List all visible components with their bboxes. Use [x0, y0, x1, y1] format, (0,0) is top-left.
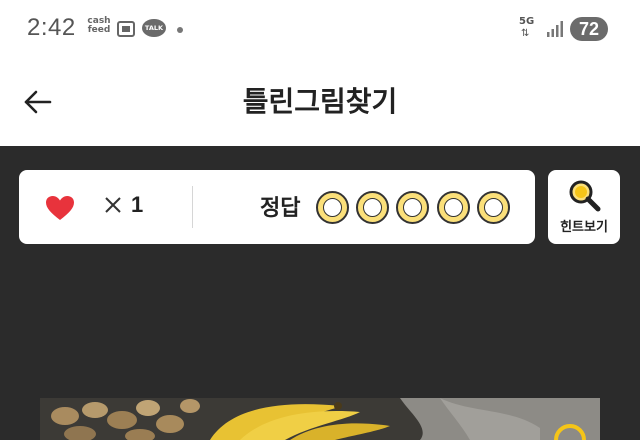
signal-icon	[547, 21, 563, 37]
game-photo	[40, 398, 600, 440]
talk-label: TALK	[142, 19, 166, 37]
hint-button[interactable]: 힌트보기	[548, 170, 620, 244]
answer-slot	[437, 191, 470, 224]
page-title: 틀린그림찾기	[242, 85, 398, 118]
magnifier-icon	[569, 180, 601, 212]
status-time: 2:42	[27, 14, 76, 41]
answer-slot	[316, 191, 349, 224]
notification-dot-icon	[177, 27, 183, 33]
answer-slot	[396, 191, 429, 224]
heart-icon	[46, 196, 74, 220]
answer-label: 정답	[260, 196, 301, 221]
network-label: 5G	[519, 16, 535, 27]
cloth-image	[400, 398, 600, 440]
divider	[192, 186, 193, 228]
status-bar: 2:42 cash feed TALK 5G ⇅ 72	[0, 0, 640, 62]
answer-slot	[356, 191, 389, 224]
game-image[interactable]	[40, 398, 600, 440]
times-icon	[105, 197, 121, 213]
battery-indicator: 72	[570, 17, 608, 41]
kakaotalk-icon: TALK	[142, 19, 166, 39]
network-icon: 5G ⇅	[519, 16, 541, 42]
lives-count: 1	[131, 192, 144, 217]
score-panel: 1 정답	[19, 170, 535, 244]
cash-feed-icon: cash feed	[86, 17, 112, 35]
image-icon	[117, 21, 135, 37]
hint-label: 힌트보기	[560, 220, 608, 235]
cash-feed-label-bottom: feed	[87, 25, 111, 35]
data-arrows-icon: ⇅	[521, 28, 530, 39]
answer-slot	[477, 191, 510, 224]
app-header: 틀린그림찾기	[0, 62, 640, 146]
